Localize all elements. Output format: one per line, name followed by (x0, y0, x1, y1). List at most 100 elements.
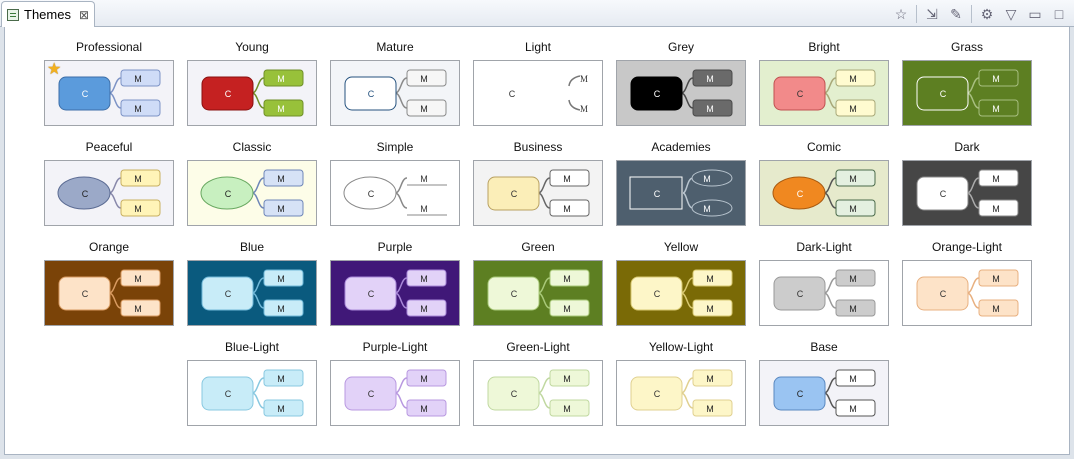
properties-icon[interactable]: ⚙ (978, 5, 996, 23)
theme-preview[interactable]: C M M (759, 160, 889, 226)
theme-orange-light[interactable]: Orange-Light C M M (902, 240, 1032, 326)
main-topic-label: M (706, 404, 714, 414)
theme-bright[interactable]: Bright C M M (759, 40, 889, 126)
central-topic-label: C (654, 389, 661, 399)
minimize-icon[interactable]: ▭ (1026, 5, 1044, 23)
main-topic-label: M (849, 304, 857, 314)
main-topic-label: M (134, 174, 142, 184)
tab-themes[interactable]: Themes ⊠ (1, 1, 95, 27)
theme-preview[interactable]: C M M (759, 260, 889, 326)
theme-grey[interactable]: Grey C M M (616, 40, 746, 126)
theme-purple-light[interactable]: Purple-Light C M M (330, 340, 460, 426)
theme-preview-map: C M M (201, 369, 304, 417)
branch-line (394, 377, 408, 394)
branch-line (823, 277, 837, 294)
theme-yellow[interactable]: Yellow C M M (616, 240, 746, 326)
close-icon[interactable]: ⊠ (79, 9, 89, 21)
theme-preview[interactable]: C M M (44, 260, 174, 326)
branch-line (251, 177, 265, 194)
main-topic-label: M (849, 404, 857, 414)
theme-business[interactable]: Business C M M (473, 140, 603, 226)
theme-preview[interactable]: C M M (616, 260, 746, 326)
theme-preview[interactable]: C M M (330, 260, 460, 326)
theme-blue-light[interactable]: Blue-Light C M M (187, 340, 317, 426)
theme-name: Young (235, 40, 269, 54)
branch-line (568, 99, 581, 111)
theme-name: Simple (376, 140, 414, 154)
central-topic-label: C (368, 189, 375, 199)
theme-preview[interactable]: C M M (759, 360, 889, 426)
edit-theme-icon[interactable]: ✎ (947, 5, 965, 23)
main-topic-label: M (420, 174, 428, 184)
branch-line (823, 177, 837, 194)
main-topic (691, 199, 733, 217)
theme-preview[interactable]: C M M (330, 160, 460, 226)
main-topic-label: M (277, 304, 285, 314)
theme-preview[interactable]: C M M (759, 60, 889, 126)
branch-line (568, 75, 581, 87)
theme-preview[interactable]: C M M (616, 60, 746, 126)
main-topic-label: M (703, 174, 711, 184)
theme-academies[interactable]: Academies C M M (616, 140, 746, 226)
theme-dark[interactable]: Dark C M M (902, 140, 1032, 226)
theme-preview[interactable]: C M M (616, 360, 746, 426)
theme-preview[interactable]: C M M (44, 160, 174, 226)
theme-preview[interactable]: C M M (616, 160, 746, 226)
theme-preview[interactable]: C M M (473, 160, 603, 226)
theme-name: Yellow-Light (648, 340, 714, 354)
theme-preview[interactable]: C M M (330, 360, 460, 426)
theme-young[interactable]: Young C M M (187, 40, 317, 126)
theme-base[interactable]: Base C M M (759, 340, 889, 426)
theme-preview[interactable]: C M M ★ (44, 60, 174, 126)
theme-blue[interactable]: Blue C M M (187, 240, 317, 326)
theme-green-light[interactable]: Green-Light C M M (473, 340, 603, 426)
theme-orange[interactable]: Orange C M M (44, 240, 174, 326)
theme-preview[interactable]: C M M (473, 360, 603, 426)
theme-preview[interactable]: C M M (330, 60, 460, 126)
theme-preview-map: C M M (344, 69, 447, 117)
theme-preview-map: C M M (58, 69, 161, 117)
theme-preview[interactable]: C M M (187, 360, 317, 426)
favorite-star-icon[interactable]: ☆ (892, 5, 910, 23)
branch-line (680, 292, 694, 309)
theme-preview[interactable]: C M M (902, 60, 1032, 126)
theme-preview[interactable]: C M M (473, 60, 603, 126)
main-topic-label: M (420, 204, 428, 214)
view-menu-icon[interactable]: ▽ (1002, 5, 1020, 23)
maximize-icon[interactable]: □ (1050, 5, 1068, 23)
theme-preview[interactable]: C M M (187, 60, 317, 126)
branch-line (680, 92, 694, 109)
theme-preview-map: C M M (629, 169, 733, 217)
theme-simple[interactable]: Simple C M M (330, 140, 460, 226)
main-topic-label: M (703, 204, 711, 214)
theme-preview[interactable]: C M M (187, 160, 317, 226)
theme-dark-light[interactable]: Dark-Light C M M (759, 240, 889, 326)
main-topic-label: M (849, 74, 857, 84)
main-topic-label: M (706, 274, 714, 284)
main-topic-label: M (706, 104, 714, 114)
branch-line (966, 292, 980, 309)
theme-classic[interactable]: Classic C M M (187, 140, 317, 226)
theme-name: Dark (954, 140, 980, 154)
theme-name: Green (521, 240, 555, 254)
main-topic-label: M (849, 204, 857, 214)
theme-light[interactable]: Light C M M (473, 40, 603, 126)
theme-preview-map: C M M (772, 169, 876, 217)
theme-yellow-light[interactable]: Yellow-Light C M M (616, 340, 746, 426)
import-theme-icon[interactable]: ⇲ (923, 5, 941, 23)
theme-mature[interactable]: Mature C M M (330, 40, 460, 126)
theme-comic[interactable]: Comic C M M (759, 140, 889, 226)
central-topic-label: C (511, 189, 518, 199)
theme-grass[interactable]: Grass C M M (902, 40, 1032, 126)
theme-preview[interactable]: C M M (902, 260, 1032, 326)
branch-line (966, 177, 980, 194)
theme-peaceful[interactable]: Peaceful C M M (44, 140, 174, 226)
tab-title: Themes (24, 7, 71, 22)
main-topic-label: M (420, 374, 428, 384)
theme-preview[interactable]: C M M (473, 260, 603, 326)
theme-purple[interactable]: Purple C M M (330, 240, 460, 326)
theme-preview[interactable]: C M M (902, 160, 1032, 226)
theme-professional[interactable]: Professional C M M ★ (44, 40, 174, 126)
theme-preview[interactable]: C M M (187, 260, 317, 326)
theme-green[interactable]: Green C M M (473, 240, 603, 326)
